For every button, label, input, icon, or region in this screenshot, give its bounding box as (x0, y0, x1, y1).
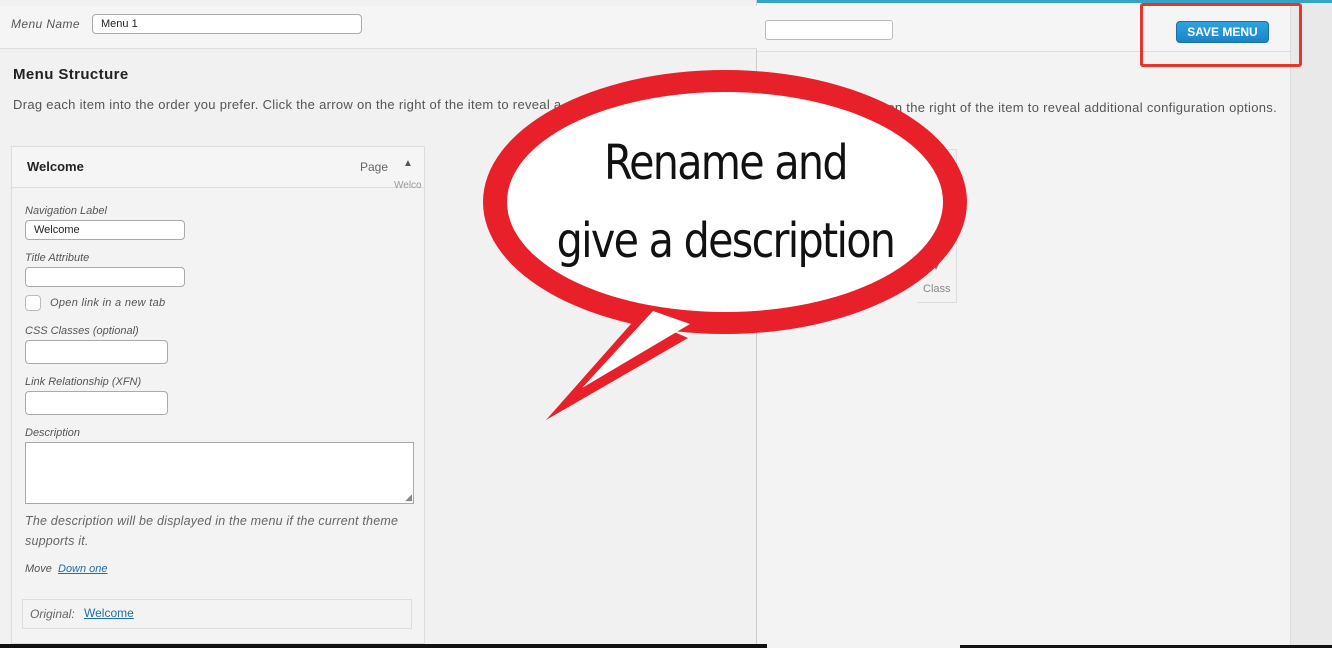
save-button-highlight (1140, 3, 1302, 67)
title-attribute-input[interactable] (25, 267, 185, 287)
open-new-tab-label: Open link in a new tab (50, 297, 166, 309)
description-label: Description (25, 427, 81, 439)
navigation-label-input[interactable] (25, 220, 185, 240)
menu-item-header[interactable]: Welcome Page ▲ Welco (12, 147, 424, 191)
original-box: Original: Welcome (22, 599, 412, 629)
arrow-up-icon[interactable]: ▲ (403, 158, 413, 169)
move-down-one-link[interactable]: Down one (58, 563, 108, 575)
menu-item-type: Page (360, 160, 389, 174)
navigation-label-label: Navigation Label (25, 205, 107, 217)
title-attribute-label: Title Attribute (25, 252, 90, 264)
menu-name-input[interactable] (92, 14, 362, 34)
menu-item-welcome: Welcome Page ▲ Welco Navigation Label Ti… (11, 146, 425, 644)
menu-item-title: Welcome (27, 159, 84, 174)
move-label: Move (25, 563, 52, 575)
open-new-tab-checkbox[interactable] (25, 295, 41, 311)
menu-name-bar: Menu Name (0, 6, 757, 49)
resize-grip-icon[interactable]: ◢ (405, 493, 412, 502)
link-relationship-input[interactable] (25, 391, 168, 415)
description-help-text: The description will be displayed in the… (25, 514, 399, 548)
css-classes-input[interactable] (25, 340, 168, 364)
menu-name-label: Menu Name (11, 17, 80, 31)
original-label: Original: (30, 607, 75, 621)
callout-text: Rename and give a description (513, 124, 939, 280)
css-classes-label: CSS Classes (optional) (25, 325, 139, 337)
menu-item-overflow-text: Welco (394, 180, 422, 191)
right-edge-strip (1290, 3, 1332, 648)
bottom-dark-bar (0, 644, 767, 648)
link-relationship-label: Link Relationship (XFN) (25, 376, 142, 388)
right-menu-name-input[interactable] (765, 20, 893, 40)
original-link[interactable]: Welcome (84, 606, 134, 620)
callout-line-2: give a description (556, 213, 896, 269)
menu-structure-title: Menu Structure (13, 66, 129, 83)
callout-line-1: Rename and (603, 135, 849, 191)
description-textarea[interactable]: ◢ (25, 442, 414, 504)
